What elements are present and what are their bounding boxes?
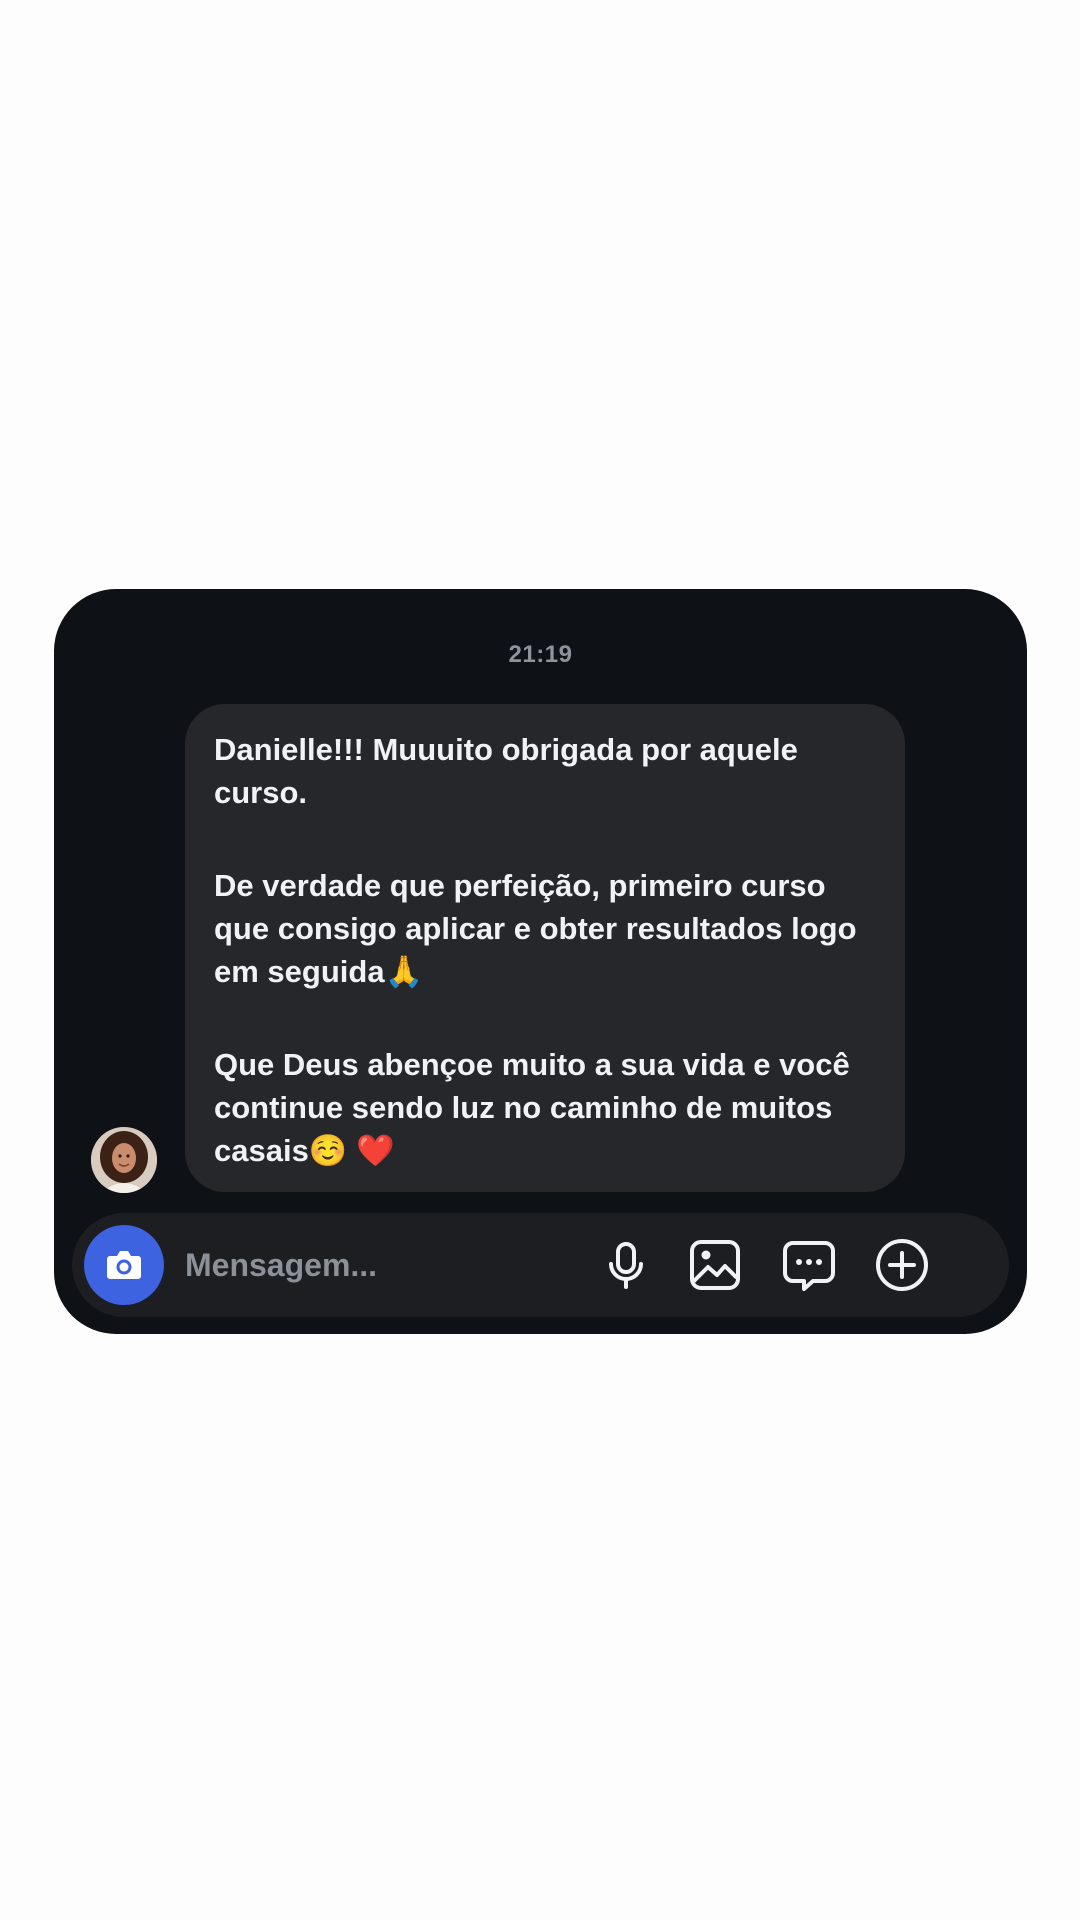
voice-message-button[interactable] — [596, 1235, 656, 1295]
sender-avatar[interactable] — [91, 1127, 157, 1193]
chat-panel: 21:19 Danielle!!! Muuuito obrigada por a… — [54, 589, 1027, 1334]
message-input[interactable] — [185, 1239, 605, 1291]
sticker-button[interactable] — [779, 1235, 839, 1295]
red-heart-emoji: ❤️ — [356, 1133, 395, 1168]
camera-button[interactable] — [84, 1225, 164, 1305]
smiling-face-emoji: ☺️ — [308, 1133, 348, 1168]
message-paragraph: De verdade que perfeição, primeiro curso… — [214, 864, 877, 993]
message-paragraph: Danielle!!! Muuuito obrigada por aquele … — [214, 732, 798, 810]
image-gallery-icon — [690, 1240, 740, 1290]
camera-icon — [107, 1251, 141, 1279]
received-message-bubble[interactable]: Danielle!!! Muuuito obrigada por aquele … — [185, 704, 905, 1192]
message-composer — [72, 1213, 1009, 1317]
plus-circle-icon — [876, 1239, 928, 1291]
message-text: De verdade que perfeição, primeiro curso… — [214, 868, 857, 989]
gallery-button[interactable] — [685, 1235, 745, 1295]
praying-hands-emoji: 🙏 — [384, 954, 424, 989]
more-options-button[interactable] — [872, 1235, 932, 1295]
message-paragraph: Que Deus abençoe muito a sua vida e você… — [214, 1043, 877, 1172]
message-timestamp: 21:19 — [508, 641, 573, 668]
sticker-message-icon — [783, 1241, 835, 1291]
microphone-icon — [609, 1242, 643, 1289]
